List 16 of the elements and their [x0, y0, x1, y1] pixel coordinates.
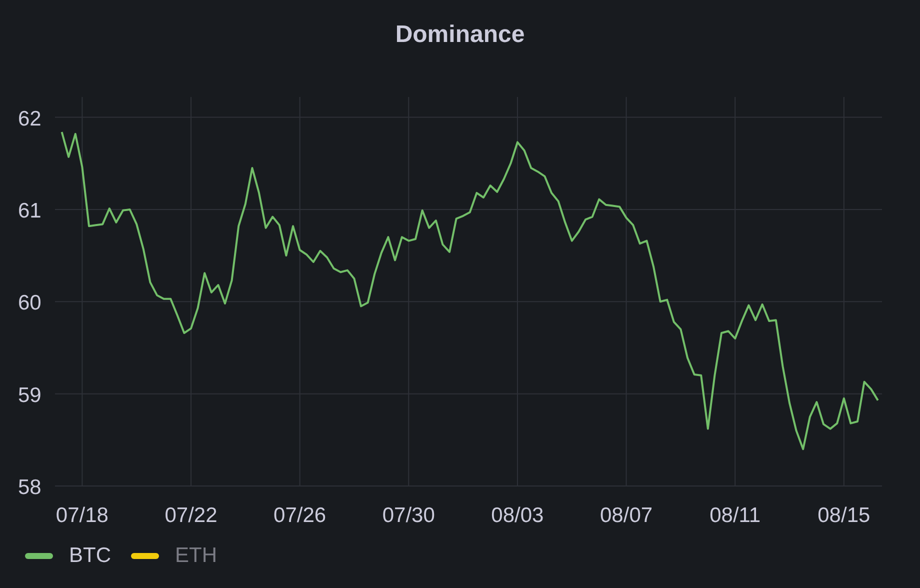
x-axis-label: 07/30: [382, 504, 435, 527]
y-axis-label: 58: [18, 476, 42, 499]
x-axis-label: 07/18: [56, 504, 108, 527]
x-axis-label: 08/03: [491, 504, 544, 527]
x-axis-label: 07/22: [164, 504, 218, 527]
y-axis-label: 62: [18, 107, 42, 130]
legend-label[interactable]: ETH: [175, 540, 217, 572]
x-axis-label: 07/26: [274, 504, 326, 527]
legend-label[interactable]: BTC: [69, 540, 111, 572]
x-axis-label: 08/15: [818, 504, 870, 527]
y-axis-label: 61: [18, 199, 42, 222]
x-axis-label: 08/11: [710, 504, 761, 527]
y-axis-label: 59: [18, 384, 42, 407]
panel-title: Dominance: [395, 20, 525, 50]
y-axis-label: 60: [18, 292, 42, 315]
x-axis-label: 08/07: [600, 504, 653, 527]
